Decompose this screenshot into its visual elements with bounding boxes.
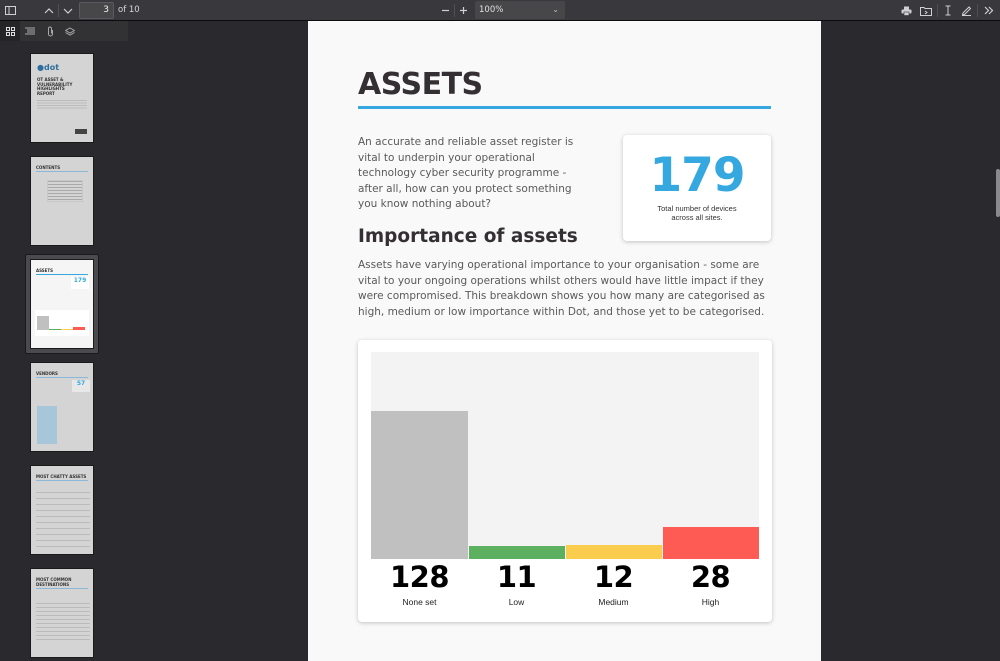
bar-label-medium: Medium (598, 597, 629, 607)
pencil-icon (961, 6, 971, 16)
toolbar-divider (977, 4, 978, 17)
thumbnail-rule (36, 274, 88, 275)
previous-page-button[interactable] (40, 2, 58, 19)
tab-outline[interactable] (20, 21, 40, 41)
save-button[interactable] (917, 2, 935, 19)
page-count-label: of 10 (118, 5, 140, 15)
total-devices-value: 179 (649, 148, 745, 203)
sidebar-view-tabs (0, 21, 128, 41)
page-thumbnail-4[interactable]: VENDORS 57 (30, 362, 94, 452)
section-heading: Importance of assets (358, 226, 578, 247)
zoom-out-button[interactable] (436, 2, 454, 19)
text-cursor-icon (945, 5, 951, 16)
thumbnail-text-lines (37, 100, 87, 110)
next-page-button[interactable] (59, 2, 77, 19)
dot-logo-thumbnail: ●dot (37, 63, 60, 72)
thumbnail-title: ASSETS (36, 268, 54, 273)
sidebar-toggle-icon (4, 6, 16, 15)
thumbnail-hbar-chart (37, 406, 87, 444)
bar-value-none-set: 128 (389, 560, 450, 594)
print-button[interactable] (897, 2, 915, 19)
double-chevron-right-icon (984, 6, 994, 15)
pdf-page-3: ASSETS An accurate and reliable asset re… (308, 21, 821, 661)
page-thumbnail-2[interactable]: CONTENTS (30, 156, 94, 246)
thumbnail-footer-logo (75, 129, 87, 134)
draw-button[interactable] (957, 2, 975, 19)
thumbnail-title: VENDORS (36, 371, 58, 376)
bar-low (469, 546, 565, 559)
tab-attachments[interactable] (40, 21, 60, 41)
bar-none-set (371, 411, 468, 559)
bar-label-low: Low (508, 597, 525, 607)
page-thumbnail-6[interactable]: MOST COMMON DESTINATIONS (30, 568, 94, 658)
page-title: ASSETS (358, 67, 483, 102)
plus-icon (459, 7, 467, 14)
thumbnail-title: CONTENTS (36, 165, 61, 170)
thumbnail-rule (36, 377, 88, 378)
page-thumbnail-3[interactable]: ASSETS 179 (30, 259, 94, 349)
chevron-up-icon (44, 7, 54, 13)
tab-thumbnails[interactable] (0, 21, 20, 41)
page-thumbnail-1[interactable]: ●dot OT ASSET & VULNERABILITY HIGHLIGHTS… (30, 53, 94, 143)
bar-high (663, 527, 759, 559)
tab-layers[interactable] (60, 21, 80, 41)
bar-value-medium: 12 (593, 560, 634, 594)
paperclip-icon (47, 26, 53, 36)
document-viewer[interactable]: ASSETS An accurate and reliable asset re… (128, 21, 1000, 661)
page-number-input[interactable]: 3 (79, 2, 114, 19)
thumbnail-title: MOST CHATTY ASSETS (36, 474, 87, 479)
thumbnail-contents-box (47, 180, 83, 202)
text-select-button[interactable] (939, 2, 957, 19)
thumbnail-rule (36, 480, 88, 481)
bar-label-high: High (701, 597, 720, 607)
page-thumbnail-5[interactable]: MOST CHATTY ASSETS (30, 465, 94, 555)
bar-label-none-set: None set (402, 597, 437, 607)
chevron-down-icon (63, 8, 73, 14)
total-devices-card: 179 Total number of devices across all s… (623, 135, 771, 241)
zoom-level-value: 100% (479, 5, 504, 15)
zoom-select[interactable]: 100% ⌄ (475, 1, 565, 19)
layers-icon (65, 26, 75, 36)
pdf-toolbar: 3 of 10 100% ⌄ (0, 0, 1000, 21)
zoom-in-button[interactable] (454, 2, 472, 19)
thumbnail-stat: 57 (72, 380, 90, 392)
thumbnail-chart (35, 310, 89, 336)
thumbnail-sidebar: ●dot OT ASSET & VULNERABILITY HIGHLIGHTS… (0, 41, 128, 658)
thumbnail-title: OT ASSET & VULNERABILITY HIGHLIGHTS REPO… (37, 77, 73, 96)
bar-value-high: 28 (690, 560, 731, 594)
chart-plot-area (371, 352, 759, 559)
thumbnail-rule (36, 588, 88, 589)
intro-paragraph: An accurate and reliable asset register … (358, 136, 574, 210)
thumbnail-title: MOST COMMON DESTINATIONS (36, 577, 72, 587)
vertical-scrollbar[interactable] (996, 169, 1000, 217)
minus-icon (441, 9, 449, 12)
outline-icon (25, 27, 35, 35)
more-tools-button[interactable] (980, 2, 998, 19)
title-underline (358, 106, 771, 109)
total-devices-label: Total number of devices across all sites… (657, 204, 737, 222)
chevron-down-icon: ⌄ (552, 5, 559, 14)
importance-chart-card: 128 11 12 28 None set Low Medium High (358, 340, 772, 622)
sidebar-toggle-button[interactable] (1, 2, 19, 19)
save-icon (920, 6, 932, 16)
importance-paragraph: Assets have varying operational importan… (358, 259, 765, 318)
toolbar-divider (937, 4, 938, 17)
thumbnail-table (36, 492, 90, 547)
bar-medium (566, 545, 662, 559)
bar-value-low: 11 (496, 560, 537, 594)
thumbnail-table (36, 603, 90, 643)
thumbnails-icon (5, 26, 15, 36)
print-icon (901, 6, 911, 16)
thumbnail-stat: 179 (71, 277, 89, 289)
thumbnail-rule (36, 171, 88, 172)
